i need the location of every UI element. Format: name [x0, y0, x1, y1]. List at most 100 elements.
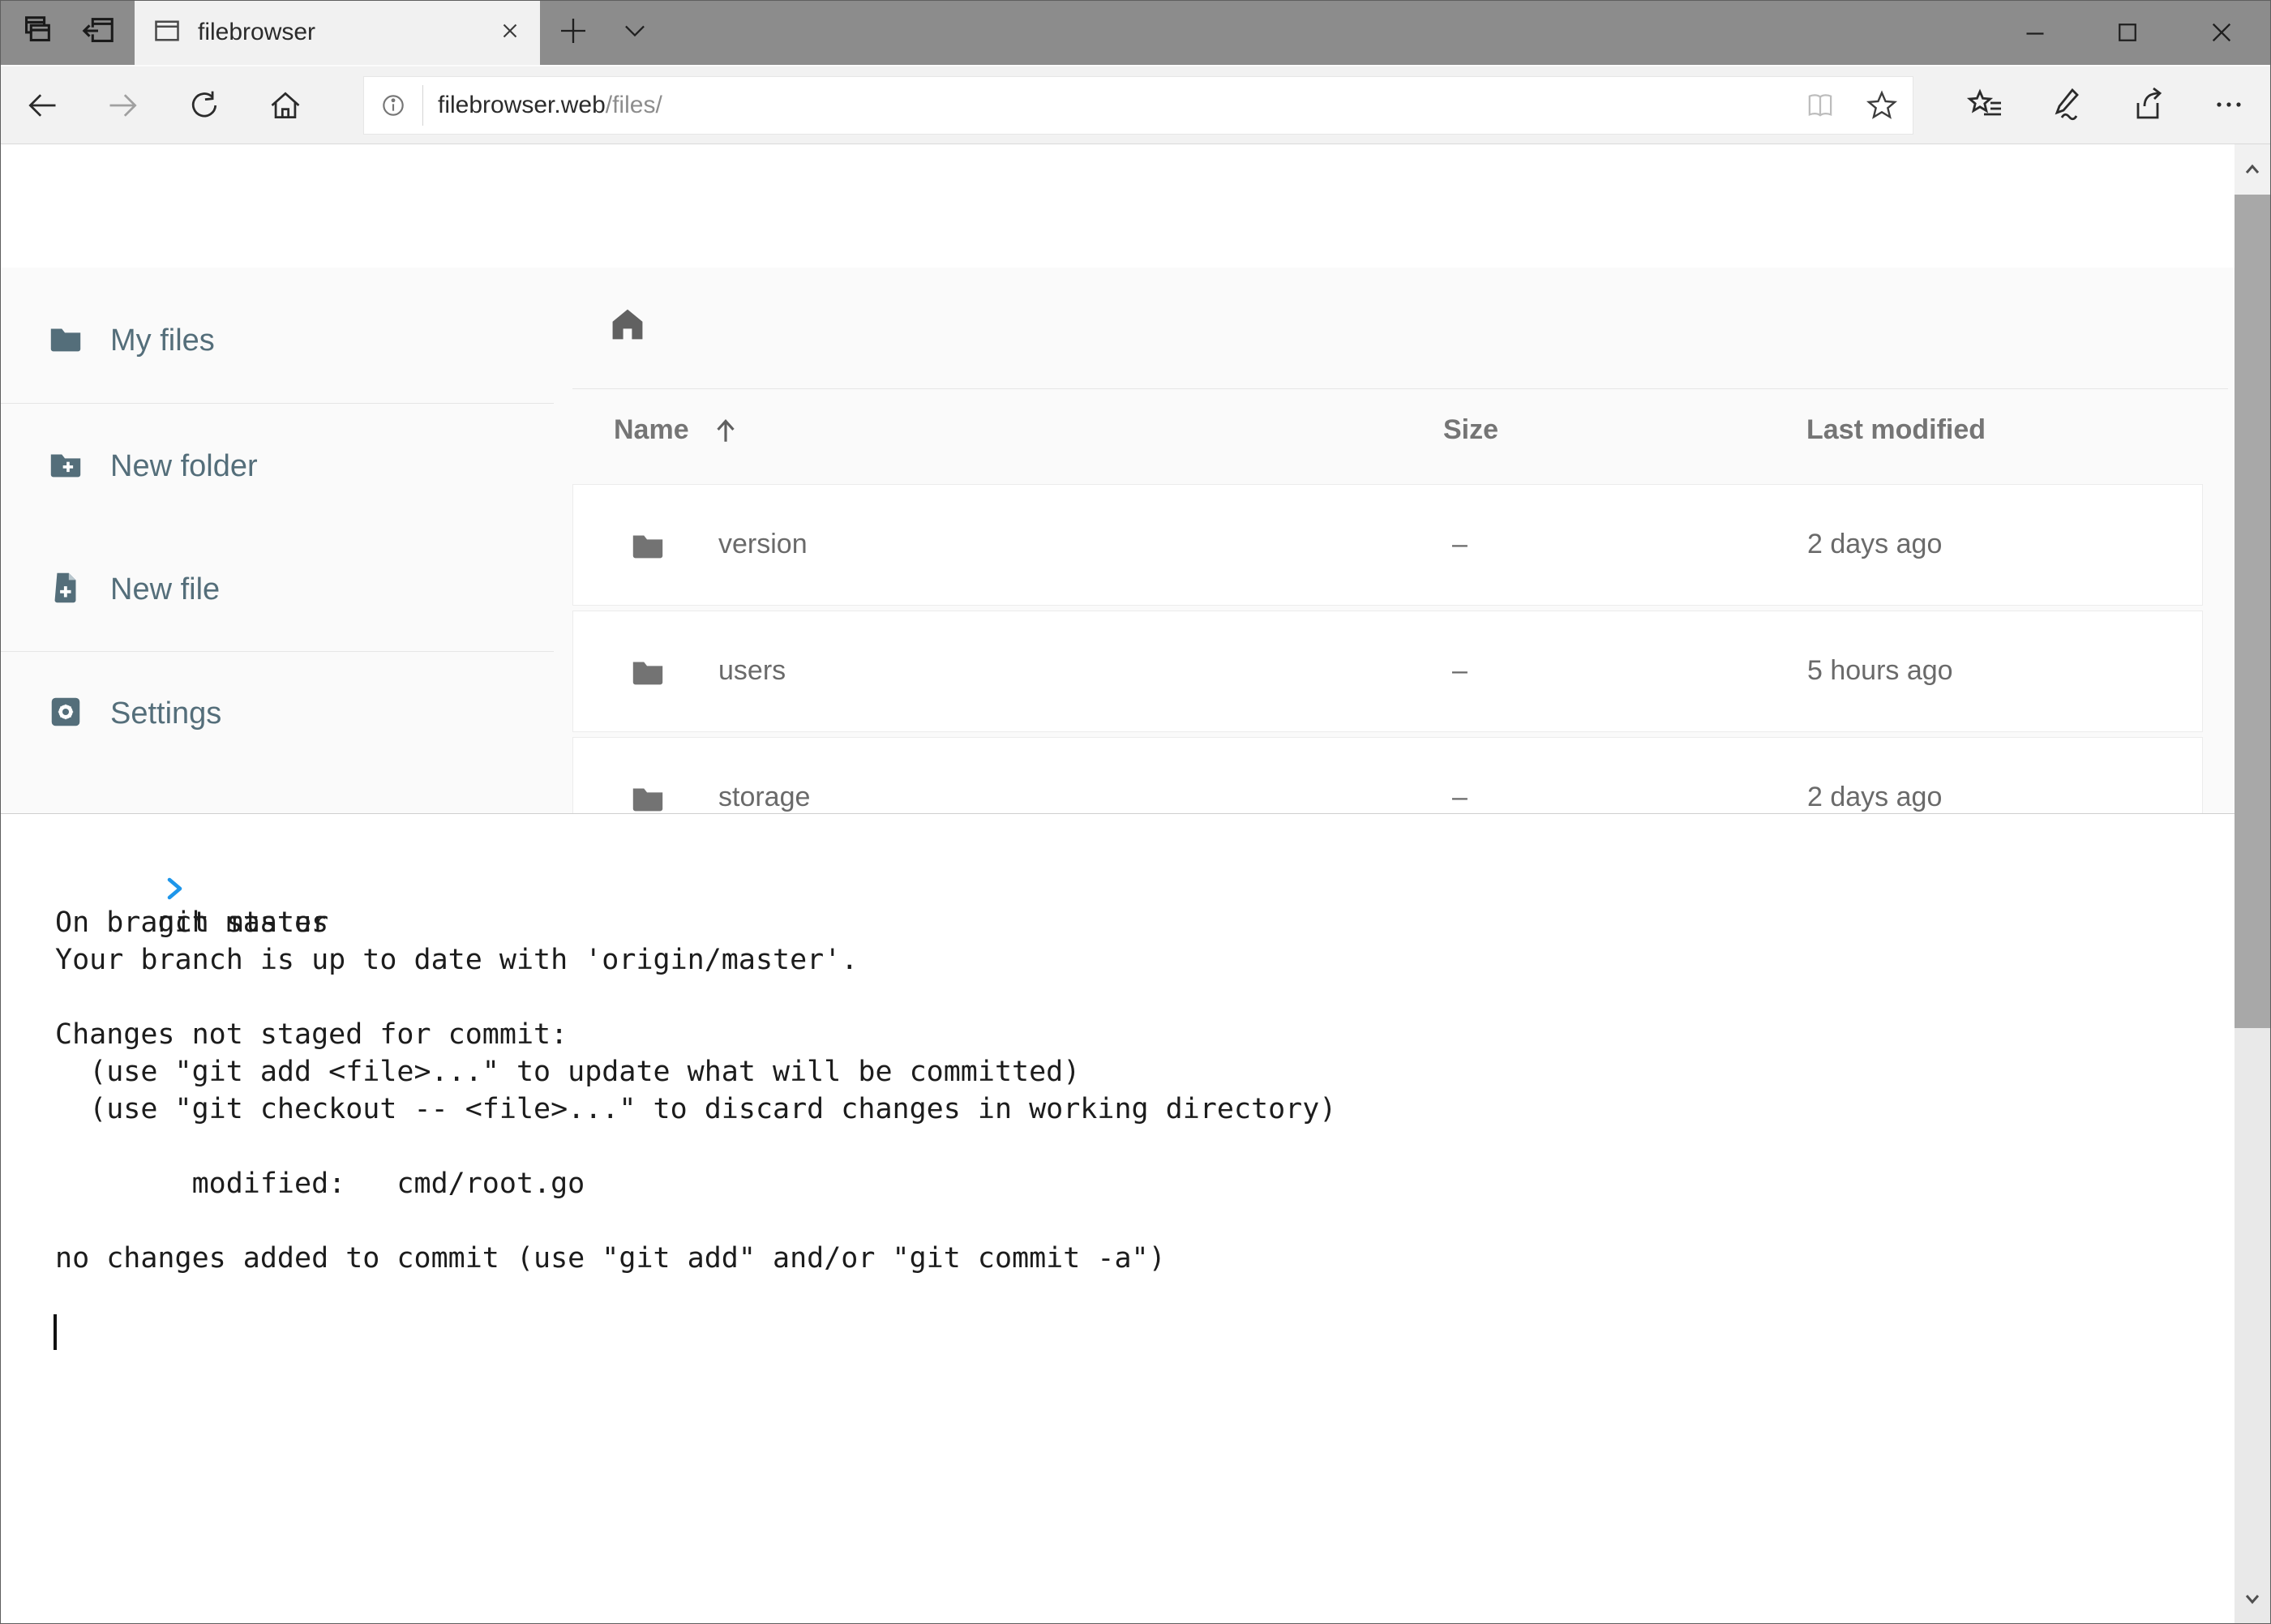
- file-size: –: [1452, 782, 1468, 813]
- file-name: version: [718, 529, 808, 560]
- scrollbar-up-button[interactable]: [2235, 144, 2270, 195]
- sidebar-item-my-files[interactable]: My files: [0, 295, 554, 386]
- column-header-modified[interactable]: Last modified: [1806, 414, 1986, 446]
- terminal-output-line: Changes not staged for commit:: [0, 1016, 2235, 1053]
- file-row-storage[interactable]: storage – 2 days ago: [572, 737, 2203, 813]
- address-separator: [422, 85, 423, 126]
- column-header-size[interactable]: Size: [1443, 414, 1498, 446]
- sidebar-item-new-folder[interactable]: New folder: [0, 421, 554, 512]
- ellipsis-icon: [2209, 85, 2248, 128]
- share-icon: [2128, 85, 2167, 128]
- sidebar-divider: [0, 403, 554, 404]
- terminal-cursor-line: [0, 1314, 2235, 1352]
- folder-icon: [629, 527, 666, 568]
- home-button[interactable]: [253, 66, 318, 144]
- tabs-preview-button[interactable]: [10, 0, 63, 65]
- web-note-button[interactable]: [2032, 68, 2102, 144]
- file-modified: 5 hours ago: [1807, 655, 1953, 687]
- url-text: filebrowser.web/files/: [438, 92, 662, 119]
- chevron-down-icon: [2240, 1589, 2265, 1609]
- folder-icon: [47, 320, 84, 362]
- new-tab-button[interactable]: [545, 0, 602, 65]
- sidebar-item-new-file[interactable]: New file: [0, 544, 554, 635]
- pen-icon: [2047, 85, 2086, 128]
- add-favorite-star-icon[interactable]: [1851, 77, 1913, 134]
- more-options-button[interactable]: [2194, 68, 2264, 144]
- terminal-prompt-icon: [28, 836, 186, 948]
- set-tabs-aside-button[interactable]: [71, 0, 125, 65]
- sidebar-item-label: Settings: [110, 696, 221, 731]
- terminal-output-line: modified: cmd/root.go: [0, 1165, 2235, 1202]
- forward-button[interactable]: [91, 66, 156, 144]
- titlebar: filebrowser: [0, 0, 2271, 65]
- terminal-output-line: Your branch is up to date with 'origin/m…: [0, 941, 2235, 979]
- chevron-up-icon: [2240, 160, 2265, 179]
- set-tabs-aside-icon: [79, 12, 117, 54]
- terminal-output-line: no changes added to commit (use "git add…: [0, 1240, 2235, 1277]
- terminal-output-line: [0, 979, 2235, 1016]
- home-icon: [606, 303, 649, 345]
- terminal-command-line: git status: [0, 829, 2235, 867]
- terminal-output-line: [0, 1202, 2235, 1240]
- share-button[interactable]: [2113, 68, 2183, 144]
- tabs-preview-icon: [18, 12, 55, 54]
- plus-icon: [557, 15, 589, 51]
- terminal-cursor: [54, 1314, 57, 1350]
- site-info-icon[interactable]: [364, 89, 422, 122]
- favorites-hub-button[interactable]: [1951, 68, 2020, 144]
- sidebar-item-label: New folder: [110, 449, 258, 484]
- hub-star-icon: [1966, 85, 2005, 128]
- file-size: –: [1452, 655, 1468, 687]
- tab-favicon: [152, 16, 182, 49]
- tab-list-button[interactable]: [606, 0, 663, 65]
- browser-window: filebrowser: [0, 0, 2271, 1624]
- create-new-folder-icon: [47, 446, 84, 487]
- browser-tab[interactable]: filebrowser: [135, 0, 540, 65]
- folder-icon: [629, 780, 666, 813]
- address-bar[interactable]: filebrowser.web/files/: [363, 76, 1913, 135]
- terminal-output-line: [0, 1128, 2235, 1165]
- tab-title: filebrowser: [198, 19, 498, 46]
- file-row-users[interactable]: users – 5 hours ago: [572, 611, 2203, 732]
- url-path: /files/: [606, 92, 662, 118]
- file-name: storage: [718, 782, 810, 813]
- column-header-label: Last modified: [1806, 414, 1986, 446]
- filebrowser-content: My files New folder New file: [0, 268, 2271, 813]
- refresh-button[interactable]: [172, 66, 237, 144]
- file-modified: 2 days ago: [1807, 782, 1942, 813]
- file-name: users: [718, 655, 786, 687]
- settings-icon: [47, 693, 84, 735]
- scrollbar-thumb[interactable]: [2235, 195, 2270, 1028]
- column-header-name[interactable]: Name: [614, 414, 741, 446]
- sidebar-divider: [0, 651, 554, 652]
- sidebar-item-label: New file: [110, 572, 220, 607]
- file-row-version[interactable]: version – 2 days ago: [572, 484, 2203, 606]
- chevron-down-icon: [619, 15, 650, 50]
- reading-view-icon[interactable]: [1789, 77, 1851, 134]
- minimize-button[interactable]: [1993, 0, 2077, 65]
- divider: [572, 388, 2228, 389]
- column-header-label: Name: [614, 414, 689, 446]
- sort-ascending-icon: [710, 415, 741, 446]
- folder-icon: [629, 653, 666, 695]
- url-host: filebrowser.web: [438, 92, 606, 118]
- column-header-label: Size: [1443, 414, 1498, 446]
- breadcrumb-home-button[interactable]: [606, 303, 649, 345]
- tab-close-button[interactable]: [498, 19, 522, 47]
- terminal-output-line: (use "git checkout -- <file>..." to disc…: [0, 1091, 2235, 1128]
- terminal-panel[interactable]: git status On branch master Your branch …: [0, 813, 2235, 1624]
- filebrowser-header: Search...: [0, 144, 2271, 268]
- file-size: –: [1452, 529, 1468, 560]
- scrollbar-down-button[interactable]: [2235, 1574, 2270, 1624]
- sidebar-item-settings[interactable]: Settings: [0, 668, 554, 759]
- window-close-button[interactable]: [2179, 0, 2264, 65]
- sidebar-item-label: My files: [110, 324, 215, 358]
- terminal-output-line: (use "git add <file>..." to update what …: [0, 1053, 2235, 1091]
- terminal-output-line: On branch master: [0, 904, 2235, 941]
- terminal-output-line: [0, 1277, 2235, 1314]
- terminal-output-line: [0, 867, 2235, 904]
- back-button[interactable]: [10, 66, 75, 144]
- maximize-button[interactable]: [2085, 0, 2170, 65]
- page-scrollbar[interactable]: [2235, 144, 2270, 1624]
- file-modified: 2 days ago: [1807, 529, 1942, 560]
